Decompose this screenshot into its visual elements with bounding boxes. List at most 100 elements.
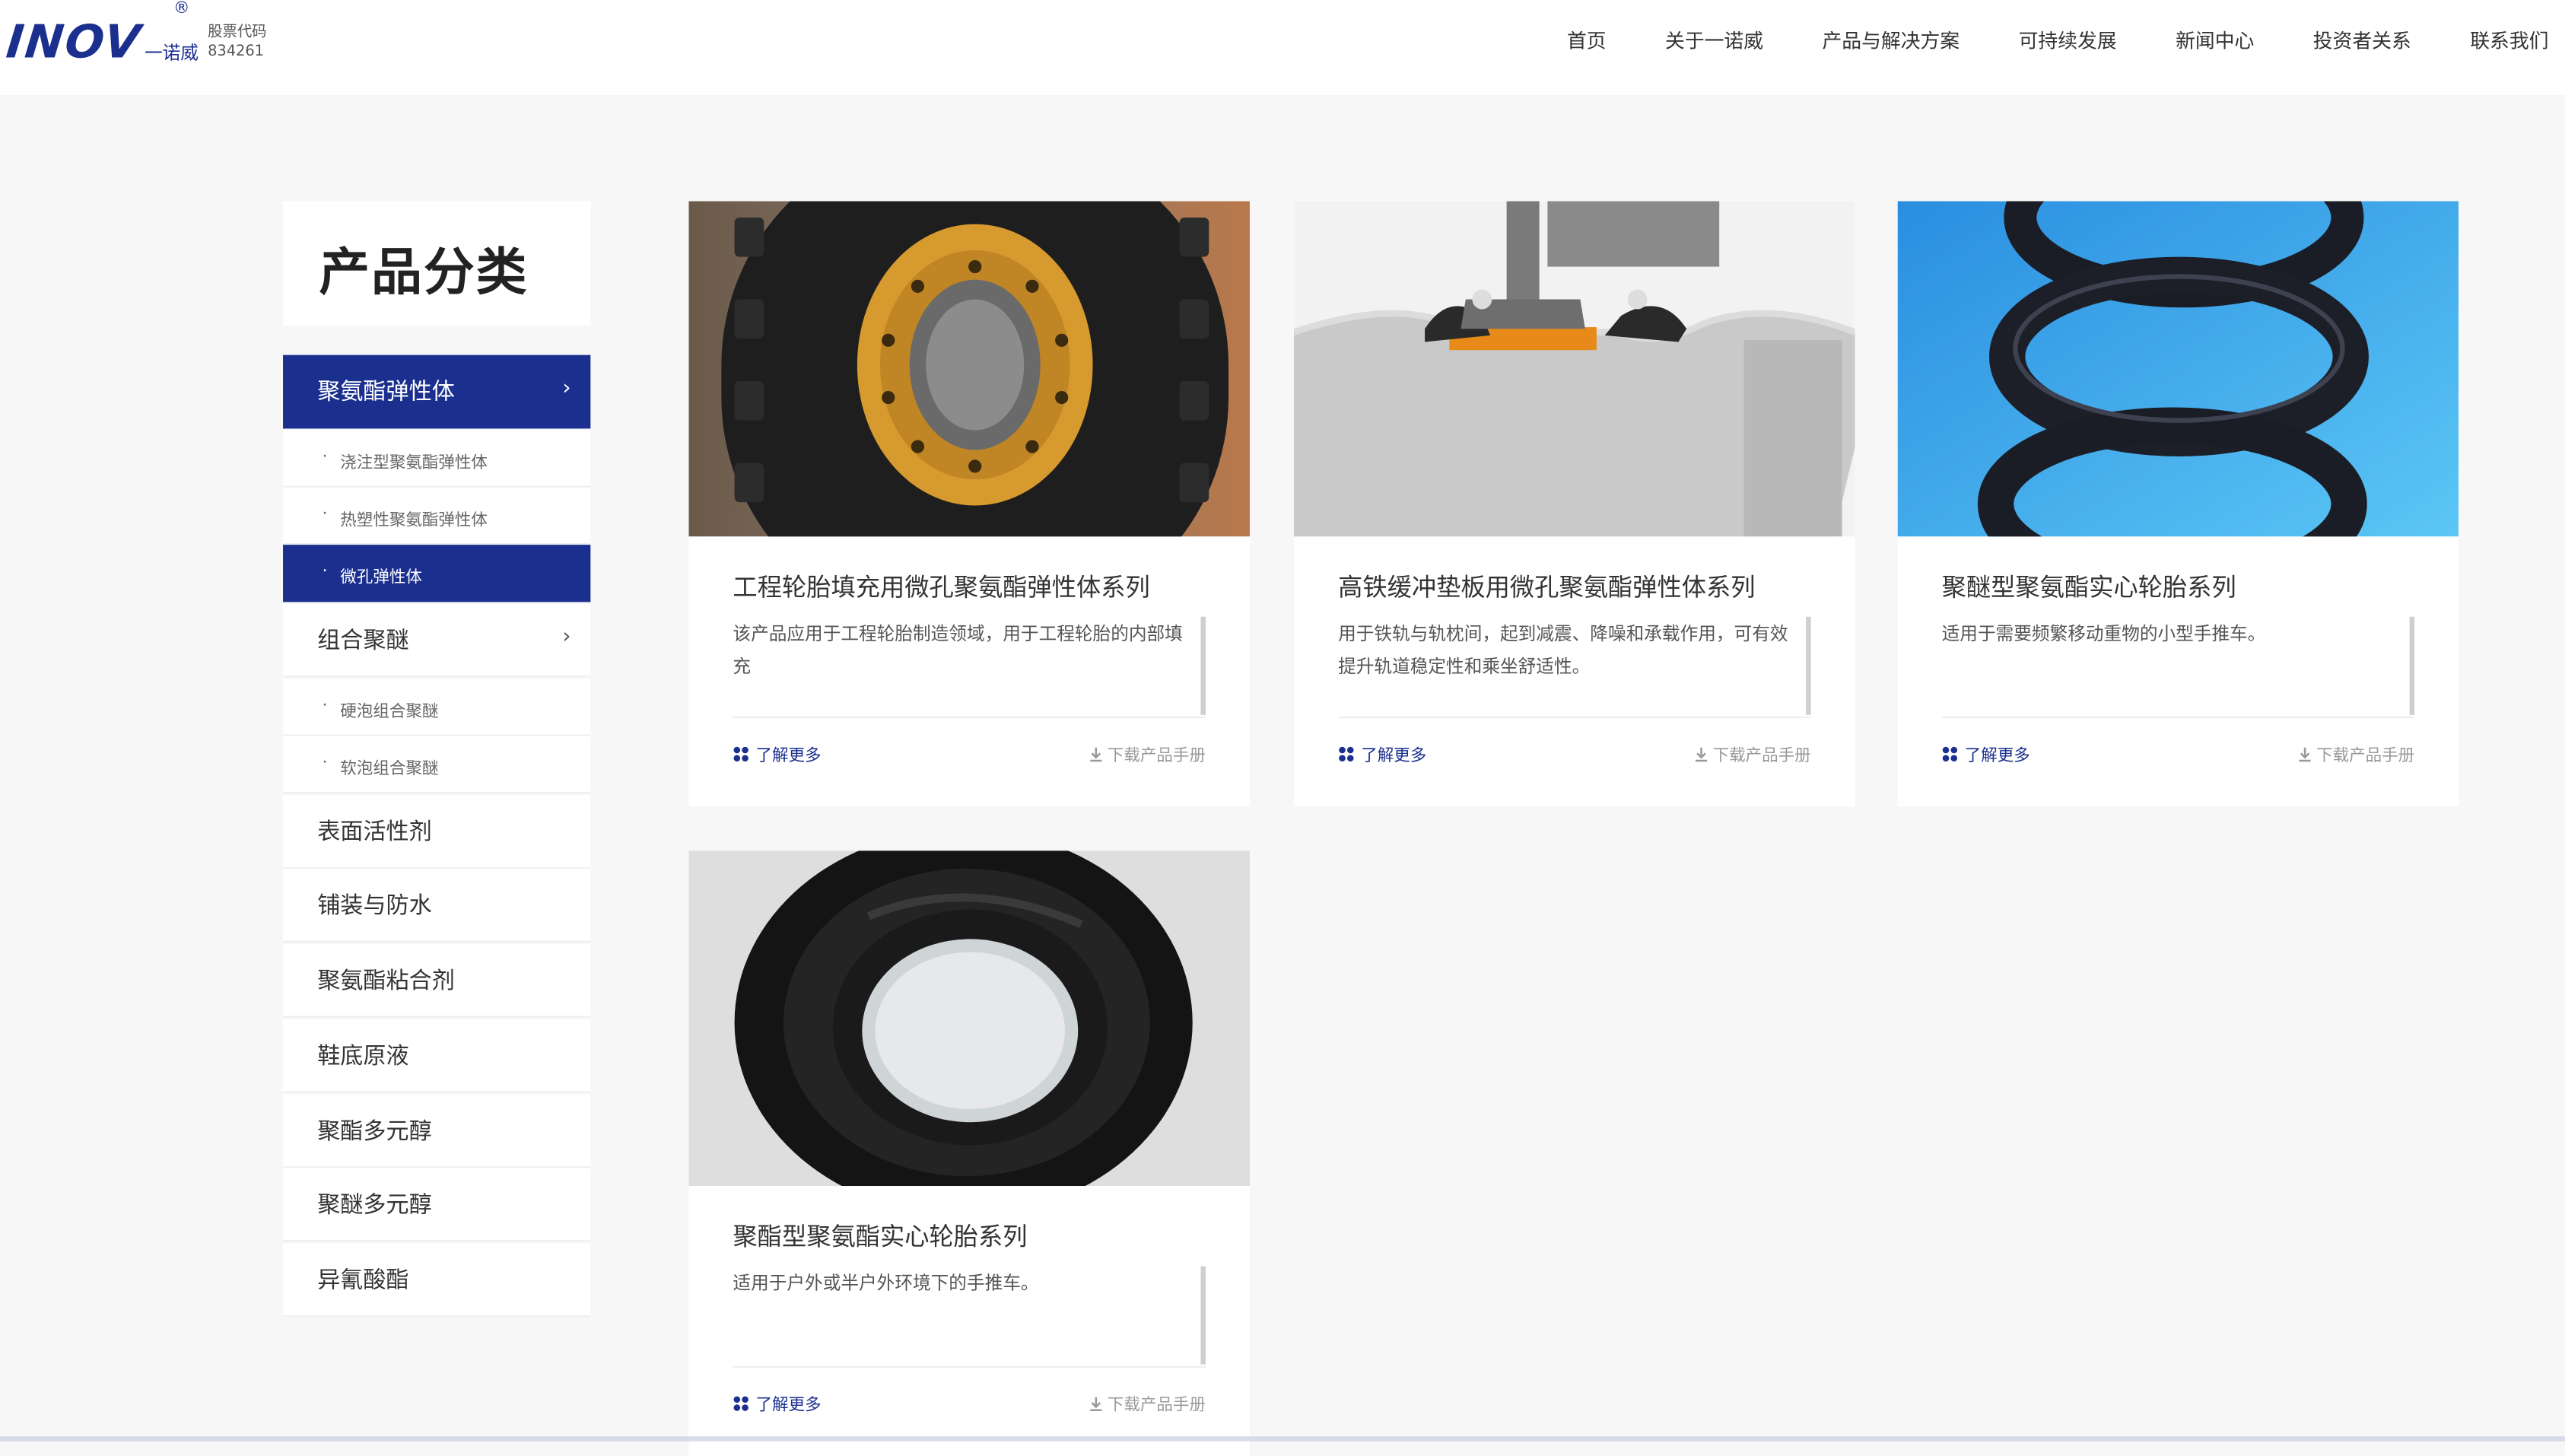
download-icon — [1088, 1394, 1105, 1411]
download-manual-link[interactable]: 下载产品手册 — [1088, 1391, 1206, 1415]
sidebar-item-paving-waterproof[interactable]: 铺装与防水 — [283, 868, 591, 943]
sidebar-item-isocyanate[interactable]: 异氰酸酯 — [283, 1243, 591, 1318]
grid-icon — [733, 1394, 749, 1411]
product-card[interactable]: 聚酯型聚氨酯实心轮胎系列 适用于户外或半户外环境下的手推车。 了解更多 下载产品… — [688, 850, 1250, 1456]
description-scrollbar[interactable] — [2409, 616, 2415, 715]
chevron-right-icon: › — [562, 625, 571, 650]
download-label: 下载产品手册 — [1712, 747, 1811, 766]
learn-more-label: 了解更多 — [1964, 747, 2030, 766]
product-title[interactable]: 工程轮胎填充用微孔聚氨酯弹性体系列 — [733, 569, 1149, 603]
product-description: 适用于需要频繁移动重物的小型手推车。 — [1941, 623, 2266, 645]
download-icon — [1088, 745, 1105, 762]
download-icon — [1693, 745, 1710, 762]
sidebar-item-sole-resin[interactable]: 鞋底原液 — [283, 1019, 591, 1093]
download-manual-link[interactable]: 下载产品手册 — [1693, 741, 1811, 765]
description-scrollbar[interactable] — [1200, 616, 1206, 715]
stock-code: 834261 — [208, 44, 265, 61]
sidebar-item-label: 铺装与防水 — [317, 893, 432, 920]
divider — [733, 1365, 1206, 1368]
sidebar-item-label: 热塑性聚氨酯弹性体 — [340, 512, 488, 530]
sidebar-subitem-flexible-foam[interactable]: · 软泡组合聚醚 — [283, 736, 591, 793]
learn-more-link[interactable]: 了解更多 — [733, 741, 822, 766]
main-nav: 首页 关于一诺威 产品与解决方案 可持续发展 新闻中心 投资者关系 联系我们 — [1508, 26, 2549, 54]
grid-icon — [1942, 745, 1959, 762]
sidebar-item-polyether-polyol[interactable]: 聚醚多元醇 — [283, 1168, 591, 1242]
description-scrollbar[interactable] — [1200, 1266, 1206, 1365]
sidebar-item-pu-adhesive[interactable]: 聚氨酯粘合剂 — [283, 943, 591, 1018]
sidebar-subitem-tpu[interactable]: · 热塑性聚氨酯弹性体 — [283, 487, 591, 545]
nav-news[interactable]: 新闻中心 — [2176, 26, 2254, 54]
nav-products[interactable]: 产品与解决方案 — [1823, 26, 1960, 54]
registered-mark: ® — [173, 0, 190, 18]
sidebar-item-label: 鞋底原液 — [317, 1044, 409, 1070]
sidebar-item-label: 软泡组合聚醚 — [340, 760, 439, 779]
bullet-icon: · — [322, 754, 328, 773]
sidebar-item-label: 组合聚醚 — [317, 628, 409, 655]
product-card[interactable]: 高铁缓冲垫板用微孔聚氨酯弹性体系列 用于铁轨与轨枕间，起到减震、降噪和承载作用，… — [1294, 201, 1855, 807]
nav-sustainability[interactable]: 可持续发展 — [2019, 26, 2117, 54]
product-title[interactable]: 高铁缓冲垫板用微孔聚氨酯弹性体系列 — [1338, 569, 1755, 603]
sidebar-item-label: 聚氨酯弹性体 — [317, 379, 455, 406]
sidebar-title-box: 产品分类 — [283, 201, 591, 326]
download-manual-link[interactable]: 下载产品手册 — [1088, 741, 1206, 765]
bullet-icon: · — [322, 562, 328, 581]
logo[interactable]: INOV 一诺威 — [3, 13, 199, 72]
sidebar-item-polyester-polyol[interactable]: 聚酯多元醇 — [283, 1094, 591, 1168]
download-label: 下载产品手册 — [1107, 1397, 1206, 1416]
sidebar-item-label: 浇注型聚氨酯弹性体 — [340, 454, 488, 473]
logo-chinese-name: 一诺威 — [144, 42, 199, 64]
sidebar-item-label: 表面活性剂 — [317, 819, 432, 846]
sidebar-item-surfactant[interactable]: 表面活性剂 — [283, 795, 591, 869]
product-title[interactable]: 聚酯型聚氨酯实心轮胎系列 — [733, 1219, 1027, 1253]
product-image-rings[interactable] — [1897, 201, 2459, 537]
learn-more-link[interactable]: 了解更多 — [1338, 741, 1426, 765]
sidebar-item-pu-elastomer[interactable]: 聚氨酯弹性体 › — [283, 354, 591, 429]
sidebar-item-polyether-blend[interactable]: 组合聚醚 › — [283, 603, 591, 678]
product-image-tire[interactable] — [688, 201, 1250, 537]
bullet-icon: · — [322, 505, 328, 524]
sidebar-item-label: 微孔弹性体 — [340, 569, 422, 588]
product-description: 该产品应用于工程轮胎制造领域，用于工程轮胎的内部填充 — [733, 623, 1183, 678]
product-image-rail-pad[interactable] — [1294, 201, 1855, 537]
sidebar-item-label: 聚酯多元醇 — [317, 1118, 432, 1146]
divider — [1941, 716, 2415, 719]
nav-home[interactable]: 首页 — [1567, 26, 1607, 54]
sidebar-item-label: 异氰酸酯 — [317, 1267, 409, 1295]
learn-more-link[interactable]: 了解更多 — [733, 1391, 822, 1416]
download-label: 下载产品手册 — [1107, 747, 1206, 766]
download-icon — [2296, 745, 2313, 762]
logo-mark: INOV — [3, 14, 145, 69]
sidebar-item-label: 聚氨酯粘合剂 — [317, 968, 455, 995]
product-card[interactable]: 工程轮胎填充用微孔聚氨酯弹性体系列 该产品应用于工程轮胎制造领域，用于工程轮胎的… — [688, 201, 1250, 807]
divider — [733, 716, 1206, 719]
product-description: 适用于户外或半户外环境下的手推车。 — [733, 1273, 1039, 1295]
grid-icon — [1338, 745, 1355, 762]
sidebar-item-label: 聚醚多元醇 — [317, 1192, 432, 1219]
sidebar-title: 产品分类 — [319, 243, 529, 303]
site-header: INOV 一诺威 ® 股票代码 834261 首页 关于一诺威 产品与解决方案 … — [0, 0, 2565, 95]
learn-more-label: 了解更多 — [755, 747, 822, 766]
stock-label: 股票代码 — [208, 24, 267, 41]
learn-more-label: 了解更多 — [755, 1397, 822, 1416]
stock-info: 股票代码 834261 — [208, 23, 266, 62]
product-card[interactable]: 聚醚型聚氨酯实心轮胎系列 适用于需要频繁移动重物的小型手推车。 了解更多 下载产… — [1897, 201, 2459, 807]
sidebar-subitem-microcellular[interactable]: · 微孔弹性体 — [283, 545, 591, 602]
bullet-icon: · — [322, 697, 328, 715]
learn-more-link[interactable]: 了解更多 — [1942, 741, 2030, 765]
sidebar-item-label: 硬泡组合聚醚 — [340, 703, 439, 722]
chevron-right-icon: › — [562, 376, 571, 401]
divider — [1338, 716, 1811, 719]
bullet-icon: · — [322, 448, 328, 466]
description-scrollbar[interactable] — [1806, 616, 1811, 715]
product-description: 用于铁轨与轨枕间，起到减震、降噪和承载作用，可有效提升轨道稳定性和乘坐舒适性。 — [1338, 623, 1788, 678]
product-title[interactable]: 聚醚型聚氨酯实心轮胎系列 — [1942, 569, 2236, 603]
nav-contact[interactable]: 联系我们 — [2470, 26, 2548, 54]
grid-icon — [733, 745, 749, 762]
product-image-solid-tire[interactable] — [688, 850, 1250, 1187]
download-manual-link[interactable]: 下载产品手册 — [2296, 741, 2414, 765]
nav-investors[interactable]: 投资者关系 — [2313, 26, 2411, 54]
download-label: 下载产品手册 — [2316, 747, 2415, 766]
sidebar-subitem-cast-pu[interactable]: · 浇注型聚氨酯弹性体 — [283, 430, 591, 488]
nav-about[interactable]: 关于一诺威 — [1665, 26, 1763, 54]
sidebar-subitem-rigid-foam[interactable]: · 硬泡组合聚醚 — [283, 679, 591, 736]
